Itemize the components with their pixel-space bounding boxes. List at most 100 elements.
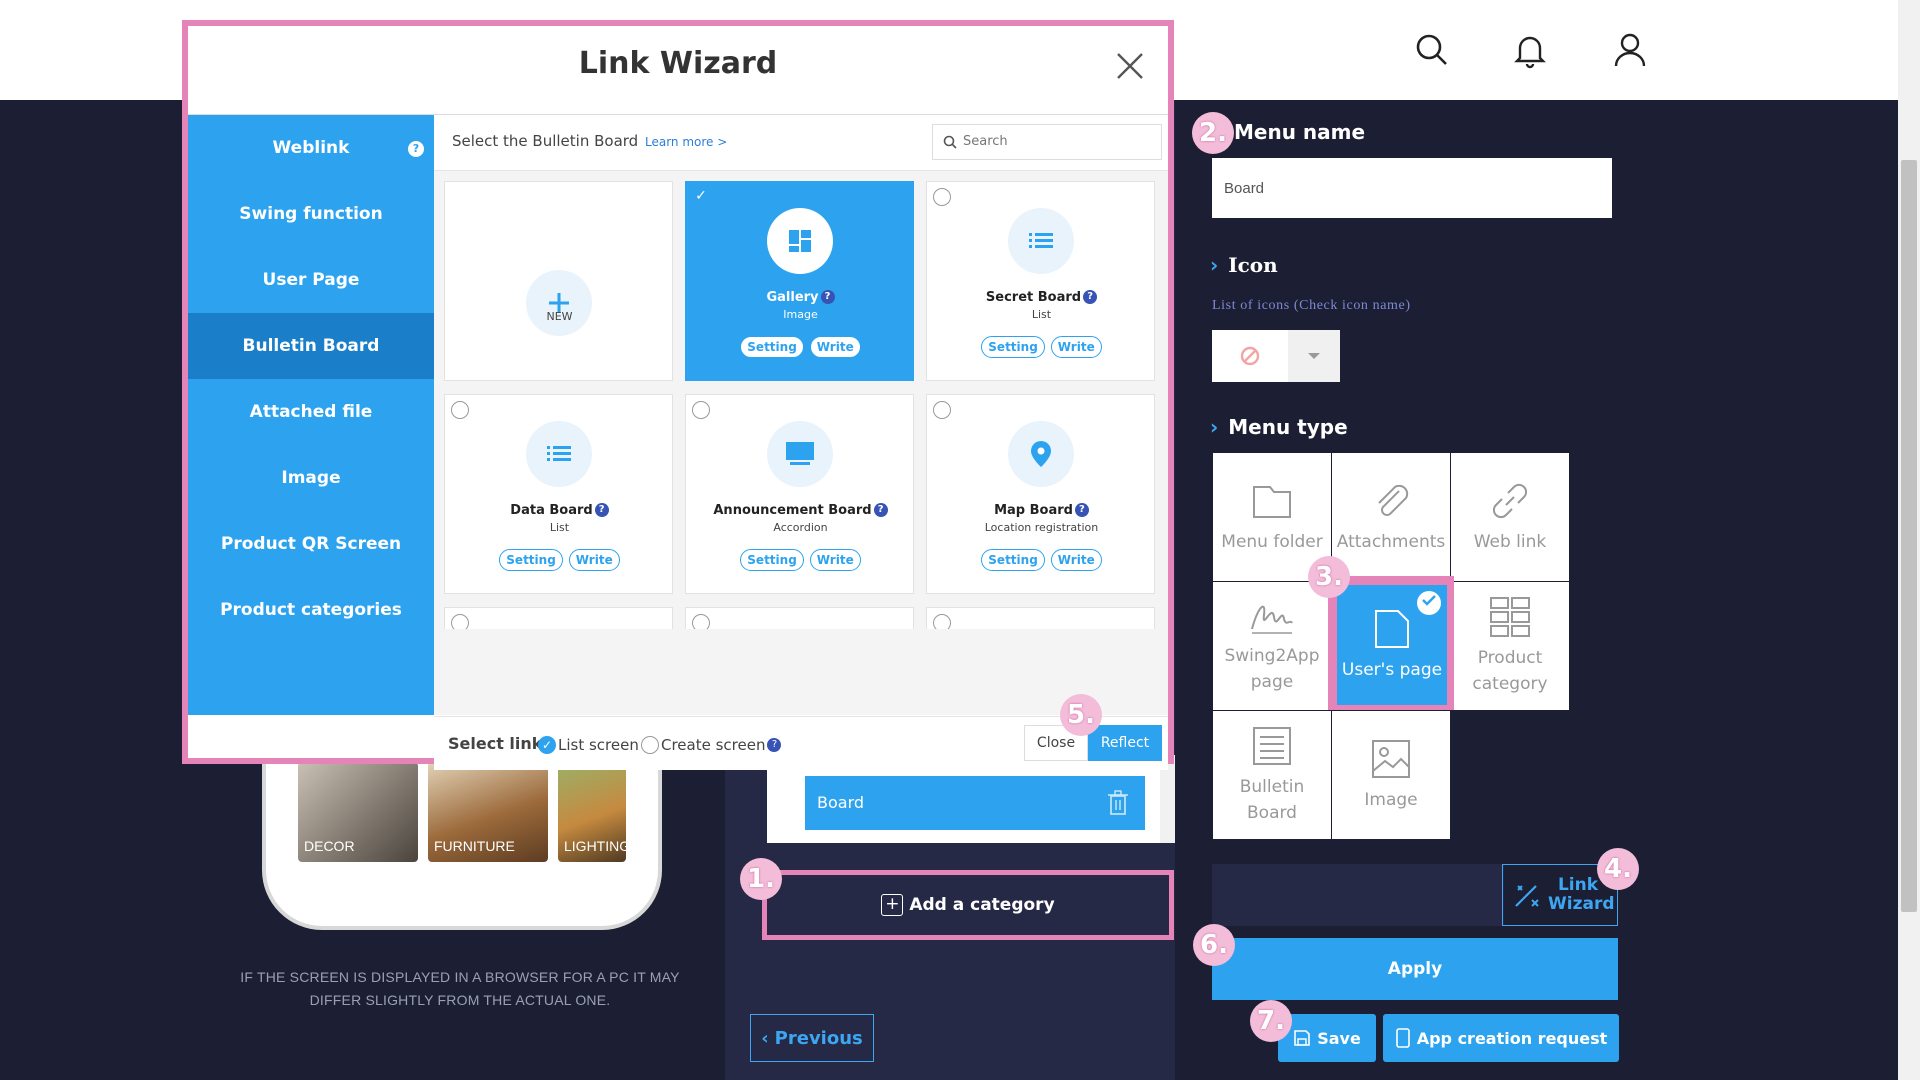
card-subtitle: List [1031,308,1052,321]
icon-list-link[interactable]: List of icons (Check icon name) [1212,298,1411,314]
image-icon [1372,740,1410,778]
search-icon [943,135,957,149]
menu-type-web-link[interactable]: Web link [1451,453,1569,581]
board-card-map[interactable]: Map Board? Location registration Setting… [926,394,1155,594]
write-button[interactable]: Write [809,549,861,571]
thumbnail-label: FURNITURE [434,838,515,854]
radio-button[interactable] [933,188,951,206]
close-icon[interactable] [1112,48,1148,84]
sidebar-item-label: Product QR Screen [220,534,402,554]
sidebar-item-weblink[interactable]: Weblink? [188,115,434,181]
card-subtitle: Image [783,308,818,321]
sidebar-item-swing-function[interactable]: Swing function [188,181,434,247]
radio-button[interactable] [692,614,710,629]
app-creation-request-button[interactable]: App creation request [1383,1014,1619,1062]
radio-button[interactable] [692,401,710,419]
menu-type-swing2app-page[interactable]: Swing2App page [1213,582,1331,710]
learn-more-link[interactable]: Learn more > [645,135,727,149]
step-badge: 3. [1308,556,1350,598]
link-input[interactable] [1212,864,1504,926]
help-icon[interactable]: ? [408,141,424,157]
menu-type-product-category[interactable]: Product category [1451,582,1569,710]
icon-section-label: Icon [1228,253,1278,277]
step-badge: 2. [1192,112,1234,154]
menu-type-bulletin-board[interactable]: Bulletin Board [1213,711,1331,839]
plus-icon: + [881,894,904,916]
help-icon[interactable]: ? [1083,290,1098,304]
board-card[interactable] [926,607,1155,629]
write-button[interactable]: Write [1050,549,1102,571]
browser-note: IF THE SCREEN IS DISPLAYED IN A BROWSER … [240,969,680,1008]
scrollbar-thumb[interactable] [1901,160,1917,912]
setting-button[interactable]: Setting [499,549,563,571]
card-title: Secret Board? [927,290,1156,305]
radio-button [641,736,659,754]
option-list-screen[interactable]: ✓ List screen [538,736,639,754]
reflect-button[interactable]: Reflect [1088,725,1162,761]
apply-button[interactable]: Apply [1212,938,1618,1000]
thumbnail-decor[interactable]: DECOR [298,762,418,862]
help-icon[interactable]: ? [1074,503,1089,517]
user-icon[interactable] [1608,28,1652,72]
help-icon[interactable]: ? [594,503,609,517]
board-card-announcement[interactable]: Announcement Board? Accordion Setting Wri… [685,394,914,594]
dropdown-arrow-icon [1288,330,1340,382]
radio-button[interactable] [933,614,951,629]
search-input[interactable]: Search [932,124,1162,160]
board-card[interactable] [685,607,914,629]
option-label: List screen [558,736,639,754]
option-create-screen[interactable]: Create screen ? [641,736,782,754]
board-card-gallery[interactable]: ✓ Gallery? Image Setting Write [685,181,914,381]
menu-name-input[interactable] [1212,158,1612,218]
board-card-secret[interactable]: Secret Board? List Setting Write [926,181,1155,381]
write-button[interactable]: Write [568,549,620,571]
search-icon[interactable] [1410,28,1454,72]
board-card-data[interactable]: Data Board? List Setting Write [444,394,673,594]
icon-section[interactable]: › Icon [1210,253,1278,277]
write-button[interactable]: Write [809,336,861,358]
setting-button[interactable]: Setting [981,549,1045,571]
card-subtitle: Accordion [773,521,828,534]
menu-type-image[interactable]: Image [1332,711,1450,839]
sidebar-item-image[interactable]: Image [188,445,434,511]
menu-type-label: Swing2App page [1224,646,1320,692]
bell-icon[interactable] [1508,28,1552,72]
trash-icon[interactable] [1107,790,1129,820]
write-button[interactable]: Write [1050,336,1102,358]
menu-type-section[interactable]: › Menu type [1210,415,1348,439]
board-card-new[interactable]: NEW [444,181,673,381]
menu-type-label: Menu folder [1221,532,1323,552]
previous-button[interactable]: ‹ Previous [750,1014,874,1062]
grid-icon [1490,597,1530,637]
board-card[interactable] [444,607,673,629]
thumbnail-label: DECOR [304,838,355,854]
radio-button[interactable] [451,614,469,629]
thumbnail-furniture[interactable]: FURNITURE [428,762,548,862]
sidebar-item-user-page[interactable]: User Page [188,247,434,313]
help-icon[interactable]: ? [767,738,782,752]
icon-select[interactable] [1212,330,1340,382]
card-name: Secret Board [985,290,1082,305]
sidebar-item-attached-file[interactable]: Attached file [188,379,434,445]
help-icon[interactable]: ? [820,290,835,304]
thumbnail-lighting[interactable]: LIGHTING [558,762,626,862]
menu-type-label: Product category [1472,648,1548,694]
menu-type-attachments[interactable]: Attachments [1332,453,1450,581]
list-icon [1008,208,1074,274]
sidebar-item-product-qr-screen[interactable]: Product QR Screen [188,511,434,577]
add-category-button[interactable]: + Add a category [762,870,1174,940]
radio-button[interactable] [451,401,469,419]
category-row[interactable]: Board [805,776,1145,830]
sidebar-item-product-categories[interactable]: Product categories [188,577,434,643]
radio-button[interactable] [933,401,951,419]
sidebar-item-bulletin-board[interactable]: Bulletin Board [188,313,434,379]
add-category-label: Add a category [909,895,1055,915]
help-icon[interactable]: ? [873,503,888,517]
check-icon: ✓ [695,188,707,204]
setting-button[interactable]: Setting [981,336,1045,358]
save-button[interactable]: Save [1278,1014,1376,1062]
setting-button[interactable]: Setting [740,549,804,571]
wizard-icon [1515,885,1539,907]
chevron-right-icon: › [1210,253,1219,277]
setting-button[interactable]: Setting [740,336,804,358]
